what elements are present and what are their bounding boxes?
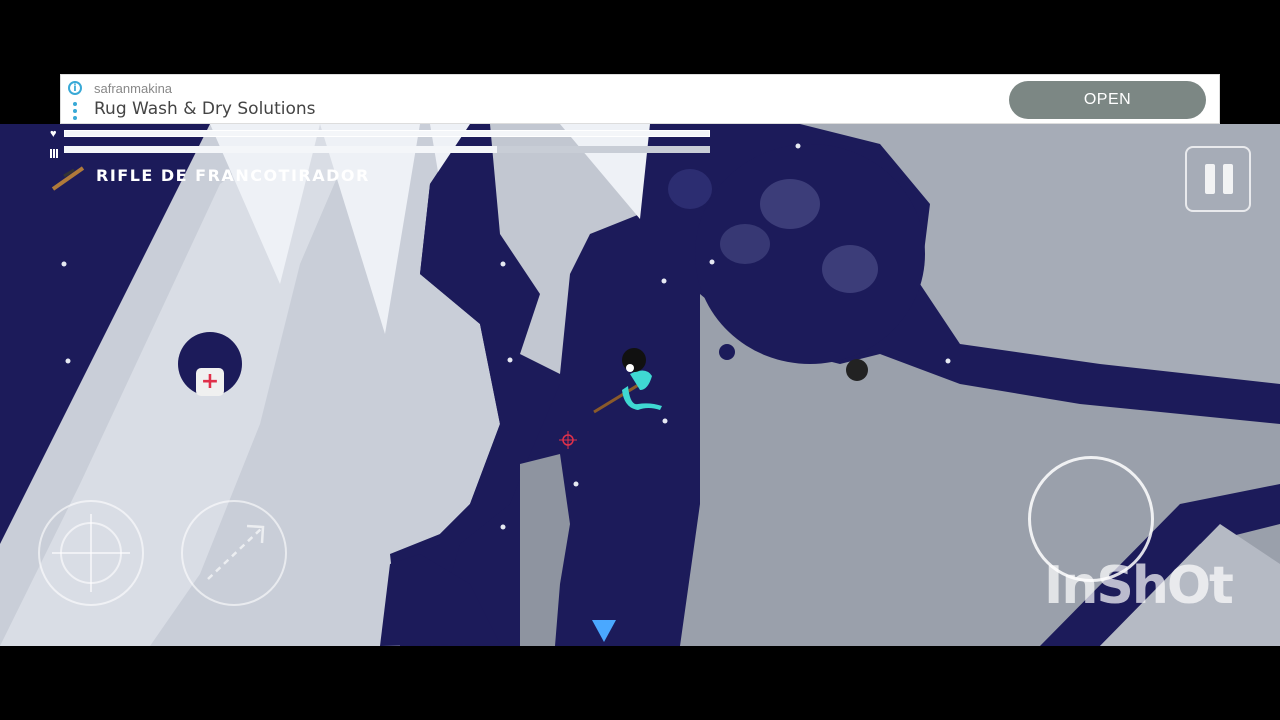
ammo-bar-fill	[64, 146, 497, 153]
health-bar	[64, 130, 710, 137]
pause-button[interactable]	[1185, 146, 1251, 212]
sniper-rifle-icon	[51, 166, 85, 191]
star	[65, 358, 71, 364]
pause-icon	[1205, 164, 1215, 194]
cave-glow-4	[668, 169, 712, 209]
ammo-icon	[50, 145, 60, 158]
terrain-pillar	[520, 454, 570, 646]
player-character	[593, 348, 662, 414]
crosshair-icon	[52, 514, 130, 592]
direction-marker-icon	[592, 620, 616, 642]
ad-advertiser: safranmakina	[94, 81, 173, 96]
star	[500, 524, 506, 530]
star	[573, 481, 579, 487]
cave-glow-2	[822, 245, 878, 293]
ceiling-band	[700, 124, 800, 136]
info-icon[interactable]: i	[68, 81, 82, 95]
dash-control-button[interactable]	[181, 500, 287, 606]
star	[500, 261, 506, 267]
aim-reticle	[559, 431, 577, 449]
ad-options-icon[interactable]	[73, 102, 77, 120]
bomb	[846, 359, 868, 381]
letterbox-bottom	[0, 646, 1280, 720]
star	[709, 259, 715, 265]
ad-open-button[interactable]: OPEN	[1009, 81, 1206, 119]
star	[61, 261, 67, 267]
health-bar-fill	[65, 131, 709, 136]
cave-glow-1	[760, 179, 820, 229]
star	[945, 358, 951, 364]
ad-headline[interactable]: Rug Wash & Dry Solutions	[94, 99, 316, 119]
heart-icon: ♥	[50, 128, 57, 140]
star	[507, 357, 513, 363]
inshot-watermark: InShOt	[1044, 556, 1234, 616]
letterbox-top	[0, 0, 1280, 74]
terrain-lower-left-block	[380, 554, 500, 646]
rock-hole	[719, 344, 735, 360]
pause-icon	[1223, 164, 1233, 194]
medkit-pickup: +	[196, 368, 224, 396]
aim-control-button[interactable]	[38, 500, 144, 606]
ammo-bar	[64, 146, 710, 153]
weapon-name: RIFLE DE FRANCOTIRADOR	[96, 166, 370, 185]
star	[795, 143, 801, 149]
dashed-arrow-icon	[207, 524, 265, 580]
star	[661, 278, 667, 284]
ad-banner[interactable]: i safranmakina Rug Wash & Dry Solutions …	[60, 74, 1220, 124]
cave-glow-3	[720, 224, 770, 264]
